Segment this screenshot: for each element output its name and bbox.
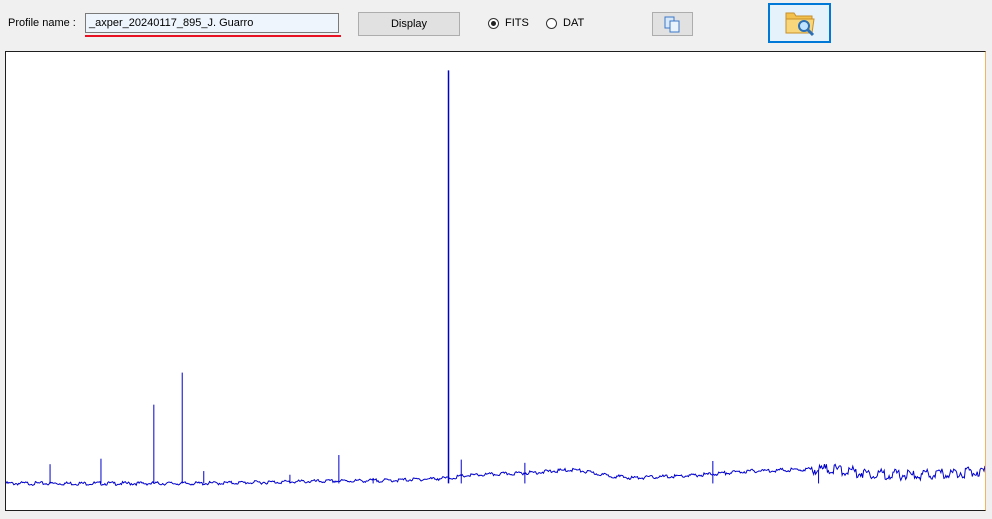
fits-radio-label: FITS	[505, 17, 529, 29]
dat-radio[interactable]: DAT	[546, 15, 584, 31]
profile-name-input[interactable]: _axper_20240117_895_J. Guarro	[85, 13, 339, 33]
copy-button[interactable]	[652, 12, 693, 36]
folder-search-icon	[785, 12, 815, 37]
dat-radio-dot	[546, 17, 557, 29]
dat-radio-label: DAT	[563, 17, 585, 29]
copy-icon	[664, 16, 680, 33]
fits-radio-dot	[488, 17, 499, 29]
display-button[interactable]: Display	[358, 12, 460, 36]
spectrum-baseline	[5, 463, 986, 487]
toolbar: Profile name : _axper_20240117_895_J. Gu…	[0, 0, 992, 50]
spectrum-chart	[5, 51, 986, 511]
spellcheck-underline	[85, 35, 341, 37]
fits-radio[interactable]: FITS	[488, 15, 529, 31]
browse-folder-button[interactable]	[768, 3, 831, 43]
profile-name-label: Profile name :	[8, 17, 76, 29]
spectrum-plot	[5, 70, 986, 487]
